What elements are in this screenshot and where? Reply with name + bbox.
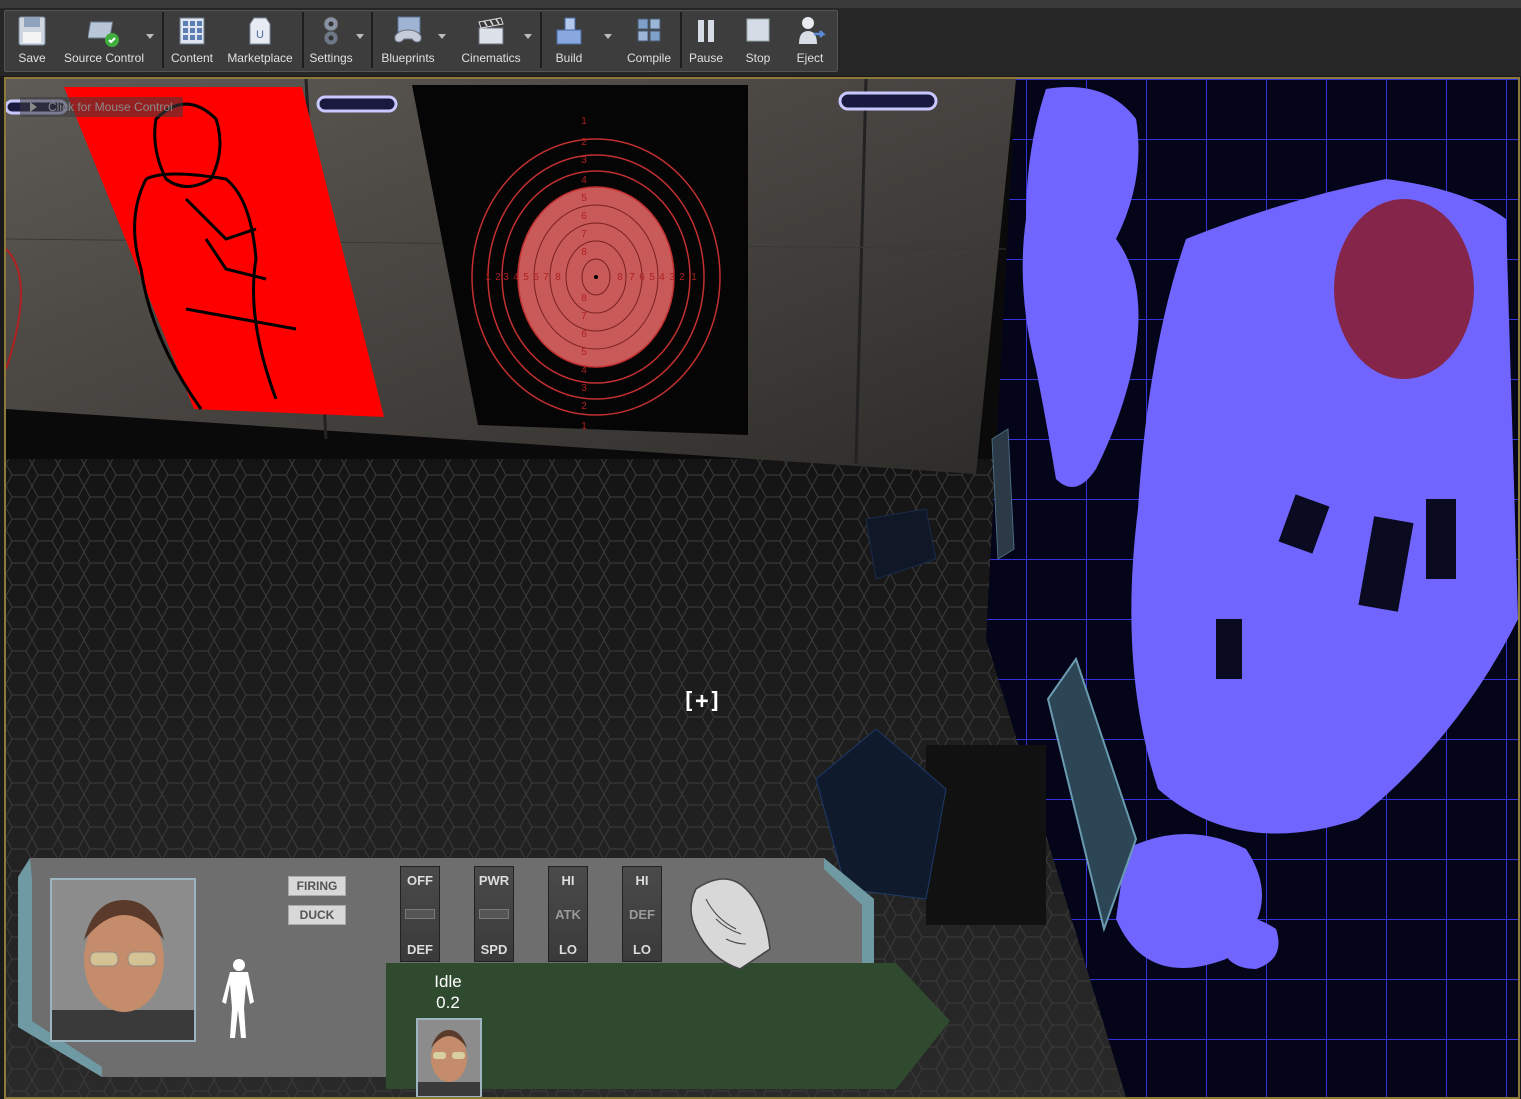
build-blocks-icon [556, 17, 582, 45]
pause-icon [698, 20, 714, 42]
eject-button[interactable]: Eject [788, 10, 832, 70]
cinematics-label: Cinematics [461, 51, 521, 65]
source-control-icon [88, 21, 119, 47]
character-face-thumbnail [418, 1020, 480, 1096]
save-button[interactable]: Save [10, 10, 54, 70]
toolbar-separator [680, 12, 682, 68]
hud-panel-shapes [18, 858, 950, 1089]
eject-person-icon [799, 17, 826, 44]
slider-top-label: PWR [478, 873, 510, 888]
stop-button[interactable]: Stop [736, 10, 780, 70]
toolbar-separator [540, 12, 542, 68]
source-control-label: Source Control [63, 51, 145, 65]
stop-label: Stop [745, 51, 771, 65]
content-browser-icon [179, 17, 205, 45]
toolbar-top-strip [0, 0, 1521, 8]
toolbar-separator [302, 12, 304, 68]
slider-bottom-label: LO [558, 942, 578, 957]
settings-button[interactable]: Settings [306, 10, 356, 70]
slider-bottom-label: DEF [407, 942, 433, 957]
slider-knob[interactable] [405, 909, 435, 919]
source-control-dropdown-arrow[interactable] [146, 34, 154, 39]
blueprints-dropdown-arrow[interactable] [438, 34, 446, 39]
marketplace-icon: U [249, 17, 271, 45]
game-viewport[interactable]: 12345678876543211234567887654321 Click f… [4, 77, 1520, 1099]
slider-bottom-label: SPD [480, 942, 508, 957]
settings-label: Settings [309, 51, 353, 65]
animation-state-label: Idle [434, 972, 462, 991]
blueprints-label: Blueprints [381, 51, 435, 65]
source-control-button[interactable]: Source Control [60, 10, 148, 70]
pause-button[interactable]: Pause [684, 10, 728, 70]
eject-label: Eject [796, 51, 824, 65]
cinematics-button[interactable]: Cinematics [456, 10, 526, 70]
slider-knob[interactable] [479, 909, 509, 919]
off-def-slider[interactable]: OFF DEF [400, 866, 440, 962]
toolbar-separator [371, 12, 373, 68]
atk-slider[interactable]: HI ATK LO [548, 866, 588, 962]
save-label: Save [18, 51, 46, 65]
animation-thumbnail[interactable] [416, 1018, 482, 1097]
content-label: Content [170, 51, 214, 65]
slider-top-label: HI [635, 873, 649, 888]
blueprints-controller-icon [394, 16, 422, 43]
build-dropdown-arrow[interactable] [604, 34, 612, 39]
slider-mid-label: DEF [629, 907, 655, 922]
compile-cubes-icon [637, 18, 661, 42]
def-slider[interactable]: HI DEF LO [622, 866, 662, 962]
svg-text:U: U [256, 29, 264, 41]
content-button[interactable]: Content [168, 10, 216, 70]
clapperboard-icon [478, 17, 504, 45]
duck-indicator: DUCK [288, 905, 346, 925]
slider-bottom-label: LO [632, 942, 652, 957]
marketplace-button[interactable]: U Marketplace [224, 10, 296, 70]
settings-gears-icon [323, 16, 339, 46]
compile-label: Compile [626, 51, 671, 65]
pwr-spd-slider[interactable]: PWR SPD [474, 866, 514, 962]
cinematics-dropdown-arrow[interactable] [524, 34, 532, 39]
main-toolbar: Save Source Control Content U Marketplac… [0, 0, 1521, 76]
build-button[interactable]: Build [546, 10, 592, 70]
stop-icon [746, 18, 770, 42]
blueprints-button[interactable]: Blueprints [376, 10, 440, 70]
toolbar-separator [162, 12, 164, 68]
marketplace-label: Marketplace [227, 51, 293, 65]
floppy-disk-icon [18, 16, 46, 46]
character-face-image [52, 880, 194, 1040]
build-label: Build [555, 51, 583, 65]
character-portrait [50, 878, 196, 1042]
slider-top-label: HI [561, 873, 575, 888]
animation-value: 0.2 [436, 993, 460, 1012]
slider-mid-label: ATK [555, 907, 581, 922]
settings-dropdown-arrow[interactable] [356, 34, 364, 39]
firing-indicator: FIRING [288, 876, 346, 896]
pause-label: Pause [688, 51, 724, 65]
slider-top-label: OFF [407, 873, 433, 888]
compile-button[interactable]: Compile [622, 10, 676, 70]
